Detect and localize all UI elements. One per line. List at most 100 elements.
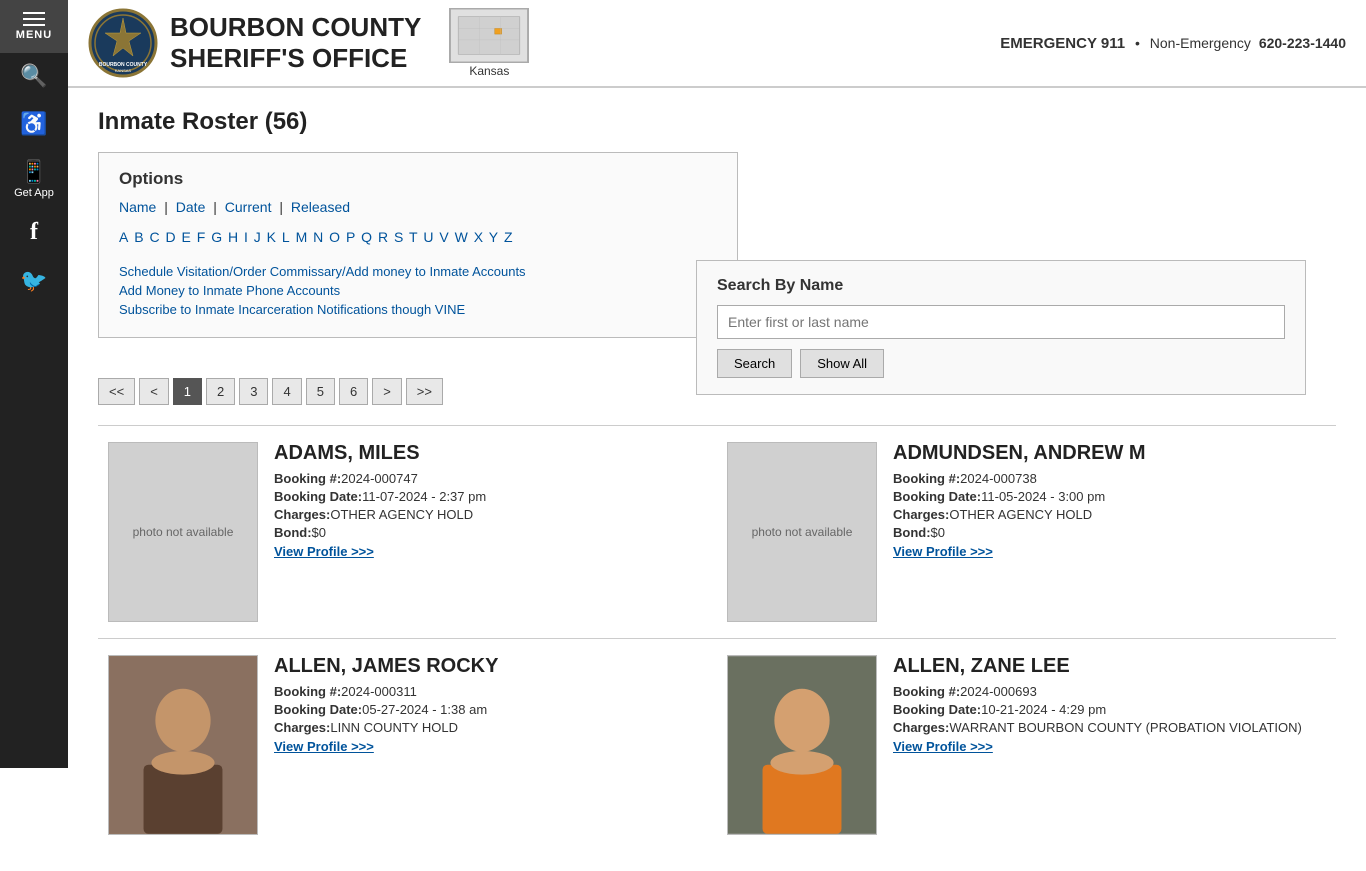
- current-link[interactable]: Current: [225, 199, 272, 215]
- options-links: Name | Date | Current | Released: [119, 199, 717, 215]
- alpha-link-X[interactable]: X: [474, 229, 483, 245]
- facebook-icon: f: [30, 219, 38, 246]
- sheriff-logo: BOURBON COUNTY KANSAS: [88, 8, 158, 78]
- non-emergency-number: 620-223-1440: [1259, 35, 1346, 51]
- inmate-name-2: ADMUNDSEN, ANDREW M: [893, 442, 1146, 465]
- name-link[interactable]: Name: [119, 199, 156, 215]
- menu-label: MENU: [16, 29, 52, 41]
- alpha-link-F[interactable]: F: [197, 229, 206, 245]
- date-link[interactable]: Date: [176, 199, 206, 215]
- inmate-photo-1: photo not available: [108, 442, 258, 622]
- view-profile-link-1[interactable]: View Profile >>>: [274, 544, 374, 559]
- released-link[interactable]: Released: [291, 199, 350, 215]
- separator: •: [1135, 35, 1140, 51]
- view-profile-link-3[interactable]: View Profile >>>: [274, 739, 374, 754]
- search-button[interactable]: Search: [717, 349, 792, 378]
- page-btn-1[interactable]: 1: [173, 378, 202, 405]
- alpha-link-Q[interactable]: Q: [361, 229, 372, 245]
- page-title: Inmate Roster (56): [98, 108, 1336, 136]
- menu-button[interactable]: MENU: [0, 0, 68, 53]
- alpha-link-C[interactable]: C: [149, 229, 159, 245]
- header-right: EMERGENCY 911 • Non-Emergency 620-223-14…: [1000, 35, 1346, 52]
- sidebar-search[interactable]: 🔍: [0, 53, 68, 101]
- inmate-photo-4: [727, 655, 877, 835]
- alpha-link-I[interactable]: I: [244, 229, 248, 245]
- options-section: Options Name | Date | Current | Released…: [98, 152, 738, 358]
- sidebar-facebook[interactable]: f: [0, 209, 68, 258]
- alpha-link-T[interactable]: T: [409, 229, 418, 245]
- header-left: BOURBON COUNTY KANSAS BOURBON COUNTY SHE…: [88, 8, 529, 78]
- alpha-link-G[interactable]: G: [211, 229, 222, 245]
- alpha-link-Y[interactable]: Y: [489, 229, 498, 245]
- inmate-row: photo not available ADAMS, MILES Booking…: [98, 425, 1336, 638]
- page-btn-6[interactable]: 6: [339, 378, 368, 405]
- alpha-link-H[interactable]: H: [228, 229, 238, 245]
- alpha-link-D[interactable]: D: [165, 229, 175, 245]
- search-icon: 🔍: [20, 63, 47, 89]
- alpha-link-B[interactable]: B: [134, 229, 143, 245]
- alpha-link-W[interactable]: W: [455, 229, 468, 245]
- sidebar: MENU 🔍 ♿ 📱 Get App f 🐦: [0, 0, 68, 768]
- header-map: Kansas: [449, 8, 529, 78]
- inmate-name: ADAMS, MILES: [274, 442, 486, 465]
- extra-links: Schedule Visitation/Order Commissary/Add…: [119, 264, 717, 317]
- options-box: Options Name | Date | Current | Released…: [98, 152, 738, 338]
- alpha-link-N[interactable]: N: [313, 229, 323, 245]
- extra-link[interactable]: Schedule Visitation/Order Commissary/Add…: [119, 264, 717, 279]
- alpha-link-O[interactable]: O: [329, 229, 340, 245]
- extra-link[interactable]: Subscribe to Inmate Incarceration Notifi…: [119, 302, 717, 317]
- page-btn-4[interactable]: 4: [272, 378, 301, 405]
- sidebar-twitter[interactable]: 🐦: [0, 258, 68, 306]
- sidebar-accessibility[interactable]: ♿: [0, 101, 68, 149]
- emergency-label: EMERGENCY 911: [1000, 35, 1125, 52]
- inmate-card: photo not available ADAMS, MILES Booking…: [98, 442, 717, 622]
- map-label: Kansas: [469, 64, 509, 78]
- inmate-name-3: ALLEN, JAMES ROCKY: [274, 655, 498, 678]
- non-emergency-label: Non-Emergency: [1150, 35, 1251, 51]
- header-title: BOURBON COUNTY SHERIFF'S OFFICE: [170, 12, 421, 74]
- inmate-info-4: ALLEN, ZANE LEE Booking #:2024-000693 Bo…: [893, 655, 1302, 754]
- alpha-link-S[interactable]: S: [394, 229, 403, 245]
- page-btn-5[interactable]: 5: [306, 378, 335, 405]
- alpha-link-U[interactable]: U: [423, 229, 433, 245]
- view-profile-link-2[interactable]: View Profile >>>: [893, 544, 993, 559]
- twitter-icon: 🐦: [20, 268, 47, 294]
- page-btn->>[interactable]: >>: [406, 378, 443, 405]
- inmate-card-2: photo not available ADMUNDSEN, ANDREW M …: [717, 442, 1336, 622]
- search-input[interactable]: [717, 305, 1285, 339]
- alpha-link-R[interactable]: R: [378, 229, 388, 245]
- view-profile-link-4[interactable]: View Profile >>>: [893, 739, 993, 754]
- alpha-link-J[interactable]: J: [254, 229, 261, 245]
- inmate-list: photo not available ADAMS, MILES Booking…: [98, 425, 1336, 851]
- alpha-link-L[interactable]: L: [282, 229, 290, 245]
- extra-link[interactable]: Add Money to Inmate Phone Accounts: [119, 283, 717, 298]
- page-btn-3[interactable]: 3: [239, 378, 268, 405]
- inmate-card-3: ALLEN, JAMES ROCKY Booking #:2024-000311…: [98, 655, 717, 835]
- inmate-row-2: ALLEN, JAMES ROCKY Booking #:2024-000311…: [98, 638, 1336, 851]
- show-all-button[interactable]: Show All: [800, 349, 884, 378]
- inmate-info-1: ADAMS, MILES Booking #:2024-000747 Booki…: [274, 442, 486, 559]
- main-content: Inmate Roster (56) Options Name | Date |…: [68, 88, 1366, 871]
- getapp-label: Get App: [14, 187, 54, 199]
- search-buttons: Search Show All: [717, 349, 1285, 378]
- alpha-link-E[interactable]: E: [182, 229, 191, 245]
- alpha-link-A[interactable]: A: [119, 229, 128, 245]
- page-btn-2[interactable]: 2: [206, 378, 235, 405]
- alpha-link-Z[interactable]: Z: [504, 229, 513, 245]
- page-btn->[interactable]: >: [372, 378, 402, 405]
- inmate-photo-2: photo not available: [727, 442, 877, 622]
- svg-text:KANSAS: KANSAS: [115, 68, 132, 73]
- inmate-name-4: ALLEN, ZANE LEE: [893, 655, 1302, 678]
- page-btn-<<[interactable]: <<: [98, 378, 135, 405]
- inmate-photo-3: [108, 655, 258, 835]
- page-btn-<[interactable]: <: [139, 378, 169, 405]
- alpha-link-K[interactable]: K: [267, 229, 276, 245]
- alpha-link-P[interactable]: P: [346, 229, 355, 245]
- inmate-info-2: ADMUNDSEN, ANDREW M Booking #:2024-00073…: [893, 442, 1146, 559]
- phone-icon: 📱: [20, 159, 47, 185]
- alpha-link-V[interactable]: V: [439, 229, 448, 245]
- inmate-card-4: ALLEN, ZANE LEE Booking #:2024-000693 Bo…: [717, 655, 1336, 835]
- alpha-link-M[interactable]: M: [296, 229, 308, 245]
- search-box: Search By Name Search Show All: [696, 260, 1306, 395]
- sidebar-getapp[interactable]: 📱 Get App: [0, 149, 68, 209]
